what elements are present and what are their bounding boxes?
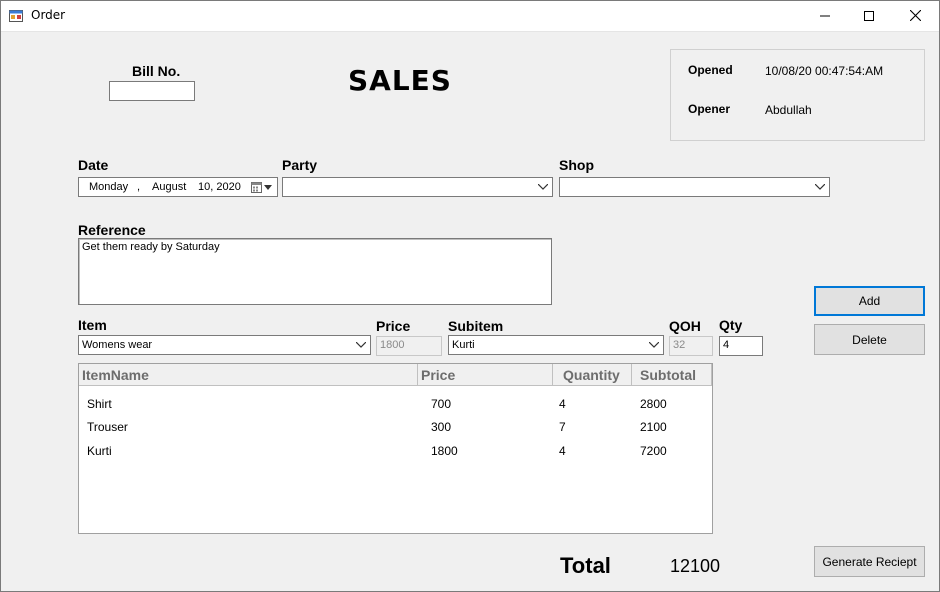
price-label: Price <box>376 318 411 334</box>
table-row[interactable]: Kurti 1800 4 7200 <box>79 440 712 463</box>
item-dropdown[interactable]: Womens wear <box>78 335 371 355</box>
price-input: 1800 <box>376 336 442 356</box>
date-label: Date <box>78 157 109 173</box>
column-header-quantity[interactable]: Quantity <box>553 364 632 386</box>
qty-label: Qty <box>719 317 743 333</box>
cell-quantity: 4 <box>559 397 566 411</box>
column-header-price[interactable]: Price <box>418 364 553 386</box>
info-panel: Opened 10/08/20 00:47:54:AM Opener Abdul… <box>670 49 925 141</box>
add-button[interactable]: Add <box>814 286 925 316</box>
opener-label: Opener <box>688 102 731 116</box>
bill-no-input[interactable] <box>109 81 195 101</box>
subitem-dropdown[interactable]: Kurti <box>448 335 664 355</box>
minimize-icon <box>820 15 830 16</box>
cell-subtotal: 2100 <box>640 420 667 434</box>
chevron-down-icon <box>264 185 272 190</box>
page-title: SALES <box>348 64 452 97</box>
cell-subtotal: 2800 <box>640 397 667 411</box>
chevron-down-icon <box>646 336 661 354</box>
app-window-icon <box>9 10 23 22</box>
cell-price: 300 <box>431 420 452 434</box>
total-label: Total <box>560 553 611 578</box>
reference-textarea[interactable]: Get them ready by Saturday <box>78 238 552 305</box>
chevron-down-icon <box>353 336 368 354</box>
subitem-label: Subitem <box>448 318 504 334</box>
cell-itemname: Trouser <box>87 420 128 434</box>
cell-price: 1800 <box>431 444 458 458</box>
party-dropdown[interactable] <box>282 177 553 197</box>
cell-subtotal: 7200 <box>640 444 667 458</box>
date-picker[interactable]: Monday , August 10, 2020 <box>78 177 278 197</box>
opener-value: Abdullah <box>765 103 812 117</box>
total-value: 12100 <box>670 556 721 576</box>
reference-label: Reference <box>78 222 146 238</box>
column-header-itemname[interactable]: ItemName <box>79 364 418 386</box>
chevron-down-icon <box>812 178 827 196</box>
items-grid[interactable]: ItemName Price Quantity Subtotal Shirt 7… <box>78 363 713 534</box>
chevron-down-icon <box>535 178 550 196</box>
subitem-value: Kurti <box>452 339 475 351</box>
delete-button[interactable]: Delete <box>814 324 925 355</box>
cell-price: 700 <box>431 397 452 411</box>
date-day: Monday <box>89 181 129 193</box>
cell-quantity: 4 <box>559 444 566 458</box>
shop-label: Shop <box>559 157 594 173</box>
maximize-icon <box>864 10 874 21</box>
calendar-icon <box>251 182 262 193</box>
generate-receipt-button[interactable]: Generate Reciept <box>814 546 925 577</box>
table-row[interactable]: Shirt 700 4 2800 <box>79 393 712 416</box>
date-month: August <box>152 181 187 193</box>
party-label: Party <box>282 157 318 173</box>
calendar-dropdown-button[interactable] <box>250 180 274 194</box>
close-button[interactable] <box>892 0 938 31</box>
qty-input[interactable]: 4 <box>719 336 763 356</box>
grid-header: ItemName Price Quantity Subtotal <box>79 364 712 386</box>
maximize-button[interactable] <box>846 0 892 31</box>
cell-itemname: Kurti <box>87 444 112 458</box>
column-header-subtotal[interactable]: Subtotal <box>632 364 712 386</box>
window-title: Order <box>31 8 66 22</box>
table-row[interactable]: Trouser 300 7 2100 <box>79 416 712 439</box>
qoh-input: 32 <box>669 336 713 356</box>
date-daynum-year: 10, 2020 <box>198 181 241 193</box>
cell-itemname: Shirt <box>87 397 112 411</box>
cell-quantity: 7 <box>559 420 566 434</box>
shop-dropdown[interactable] <box>559 177 830 197</box>
opened-label: Opened <box>688 63 733 77</box>
opened-value: 10/08/20 00:47:54:AM <box>765 64 884 78</box>
item-label: Item <box>78 317 107 333</box>
bill-no-label: Bill No. <box>132 63 181 79</box>
close-icon <box>909 10 921 21</box>
item-value: Womens wear <box>82 339 153 351</box>
date-separator: , <box>137 181 141 193</box>
title-bar: Order <box>0 0 940 32</box>
qoh-label: QOH <box>669 318 701 334</box>
minimize-button[interactable] <box>802 0 848 31</box>
